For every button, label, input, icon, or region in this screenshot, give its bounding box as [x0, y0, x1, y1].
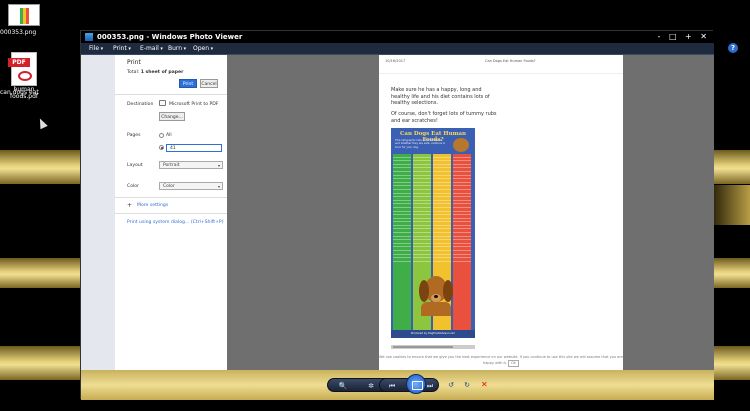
pdf-file-icon: PDF	[8, 52, 37, 86]
food-row	[453, 258, 471, 262]
menu-print[interactable]: Print	[113, 43, 131, 55]
pages-label: Pages	[127, 133, 141, 138]
page-paragraph: Of course, don't forget lots of tummy ru…	[391, 111, 497, 124]
more-settings-link[interactable]: More settings	[137, 203, 168, 208]
menu-bar: File Print E-mail Burn Open	[81, 43, 714, 55]
desktop-icon-pdf[interactable]: PDF can dogs eat human foods.pdf	[0, 52, 48, 100]
slideshow-icon[interactable]	[406, 374, 426, 394]
system-dialog-link[interactable]: Print using system dialog... (Ctrl+Shift…	[127, 220, 223, 225]
infographic: Can Dogs Eat Human Foods? This infograph…	[391, 128, 475, 338]
food-row	[393, 258, 411, 262]
dachshund-image	[411, 266, 461, 316]
layout-select[interactable]: Portrait	[159, 161, 223, 169]
previous-icon[interactable]: ⏮	[386, 379, 398, 393]
pages-custom-input[interactable]: 41	[166, 144, 222, 152]
rotate-cw-icon[interactable]: ↻	[461, 378, 473, 392]
help-icon[interactable]: ?	[728, 43, 738, 53]
rotate-ccw-icon[interactable]: ↺	[445, 378, 457, 392]
delete-icon[interactable]: ✕	[481, 378, 488, 392]
layout-label: Layout	[127, 163, 143, 168]
desktop-icon-label: human foods.pdf	[9, 86, 39, 100]
bottom-toolbar: 🔍 ✲ ⏮ ⏭ ↺ ↻ ✕	[81, 370, 714, 400]
print-total: Total: 1 sheet of paper	[127, 70, 184, 75]
color-label: Color	[127, 184, 139, 189]
wallpaper-stripe	[712, 185, 750, 225]
horizontal-scrollbar[interactable]	[391, 345, 475, 349]
cookie-notice: We use cookies to ensure that we give yo…	[379, 355, 623, 367]
food-row	[413, 258, 431, 262]
desktop-icon-label: 000353.png	[0, 29, 37, 36]
safe-foods-column	[393, 154, 411, 330]
zoom-icon[interactable]: 🔍	[336, 379, 350, 393]
app-icon	[85, 33, 93, 41]
cookie-ok-button[interactable]: Ok	[508, 360, 519, 367]
dog-icon	[453, 138, 469, 152]
menu-file[interactable]: File	[89, 43, 103, 55]
fit-icon[interactable]: ✲	[364, 379, 378, 393]
print-preview-area: 10/16/2017 Can Dogs Eat Human Foods? Mak…	[227, 55, 714, 370]
menu-email[interactable]: E-mail	[140, 43, 163, 55]
infographic-footer: Produced by DogFoodAdvisor.com	[391, 330, 475, 338]
divider	[115, 213, 227, 214]
image-file-icon	[8, 4, 40, 26]
menu-open[interactable]: Open	[193, 43, 213, 55]
mouse-cursor-icon	[36, 116, 48, 130]
left-gutter	[81, 55, 115, 370]
pages-all-label: All	[166, 133, 172, 138]
print-settings-pane: Print Total: 1 sheet of paper Print Canc…	[115, 55, 227, 370]
cancel-button[interactable]: Cancel	[200, 79, 218, 88]
desktop-icon-png[interactable]: 000353.png	[0, 4, 48, 36]
pages-custom-radio[interactable]	[159, 145, 164, 150]
printer-icon	[159, 100, 166, 106]
divider	[115, 197, 227, 198]
destination-value: Microsoft Print to PDF	[169, 102, 219, 107]
menu-burn[interactable]: Burn	[168, 43, 186, 55]
food-row	[433, 258, 451, 262]
change-button[interactable]: Change...	[159, 112, 185, 121]
infographic-subtitle: This infographic lists common foods and …	[395, 139, 446, 149]
destination-label: Destination	[127, 102, 154, 107]
plus-icon[interactable]: +	[127, 202, 132, 209]
window-title: 000353.png - Windows Photo Viewer	[97, 33, 243, 41]
print-button[interactable]: Print	[179, 79, 197, 88]
page-header-date: 10/16/2017	[385, 59, 406, 63]
color-select[interactable]: Color	[159, 182, 223, 190]
preview-page: 10/16/2017 Can Dogs Eat Human Foods? Mak…	[379, 55, 623, 370]
page-paragraph: Make sure he has a happy, long and healt…	[391, 87, 490, 106]
window-controls[interactable]: - □ + ✕	[658, 31, 710, 43]
print-title: Print	[127, 59, 141, 66]
page-header-title: Can Dogs Eat Human Foods?	[485, 59, 536, 63]
photo-viewer-window: 000353.png - Windows Photo Viewer - □ + …	[80, 30, 714, 400]
pages-all-radio[interactable]	[159, 133, 164, 138]
divider	[115, 94, 227, 95]
title-bar[interactable]: 000353.png - Windows Photo Viewer - □ + …	[81, 31, 714, 43]
desktop: 000353.png PDF can dogs eat human foods.…	[0, 0, 750, 411]
